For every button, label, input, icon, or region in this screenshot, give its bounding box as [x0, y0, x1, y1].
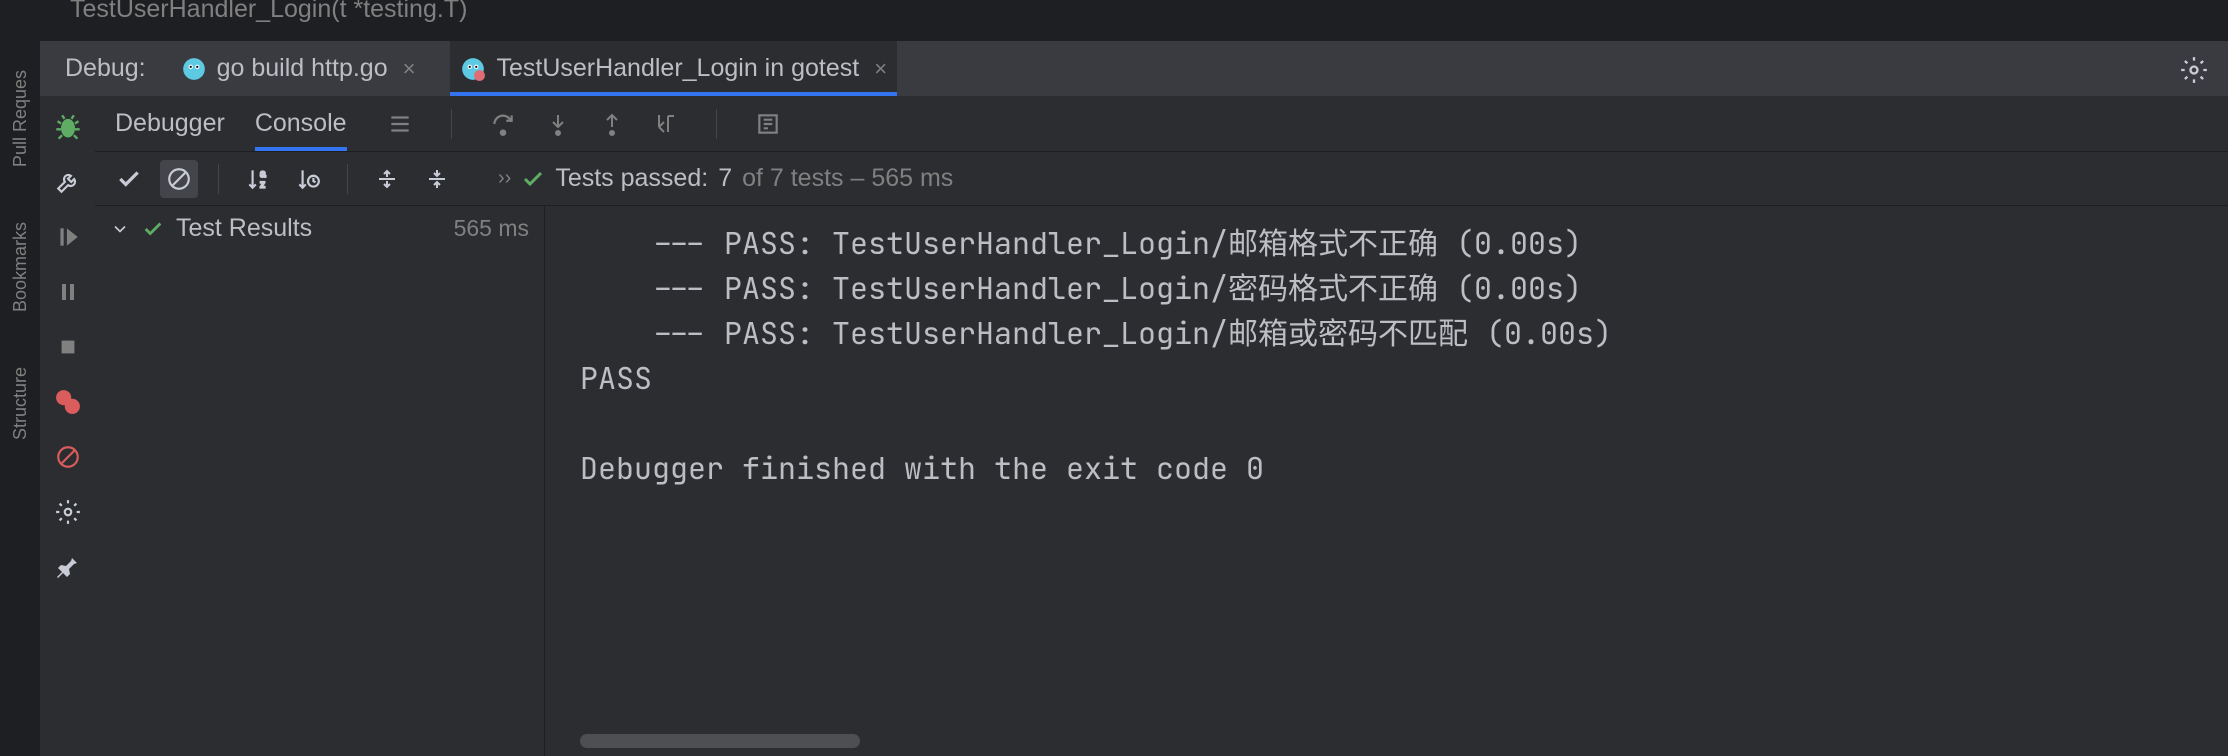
separator: [347, 164, 348, 194]
rail-item-structure[interactable]: Structure: [10, 367, 31, 440]
console-line: PASS: [580, 358, 652, 398]
tree-root-label: Test Results: [176, 214, 312, 243]
check-icon: [521, 167, 545, 191]
console-line: Debugger finished with the exit code 0: [580, 448, 1264, 488]
console-output[interactable]: --- PASS: TestUserHandler_Login/邮箱格式不正确 …: [545, 206, 2228, 756]
expand-all-icon[interactable]: [368, 160, 406, 198]
console-line: --- PASS: TestUserHandler_Login/邮箱或密码不匹配…: [580, 313, 1612, 353]
collapse-all-icon[interactable]: [418, 160, 456, 198]
rail-item-bookmarks[interactable]: Bookmarks: [10, 222, 31, 312]
horizontal-scrollbar[interactable]: [580, 734, 860, 748]
gear-icon[interactable]: [2180, 56, 2208, 84]
separator: [716, 109, 717, 139]
debug-panel: Debug: go build http.go × TestUserHandle…: [40, 40, 2228, 756]
step-into-icon[interactable]: [546, 112, 570, 136]
tab-console[interactable]: Console: [255, 96, 347, 151]
rail-item-pull-requests[interactable]: Pull Reques: [10, 70, 31, 167]
chevron-down-icon: [110, 219, 130, 239]
close-icon[interactable]: ×: [874, 56, 887, 82]
go-gopher-icon: [181, 56, 207, 82]
sort-alpha-icon[interactable]: az: [239, 160, 277, 198]
debug-sub-tabs: Debugger Console: [95, 96, 781, 151]
chevron-right-icon: ››: [498, 167, 511, 190]
breakpoint-icon[interactable]: [52, 386, 84, 418]
console-line: --- PASS: TestUserHandler_Login/密码格式不正确 …: [580, 268, 1582, 308]
settings-icon[interactable]: [52, 496, 84, 528]
mute-breakpoints-icon[interactable]: [52, 441, 84, 473]
pin-icon[interactable]: [52, 551, 84, 583]
tests-passed-label: Tests passed:: [555, 164, 708, 193]
debug-side-toolbar: [40, 96, 95, 756]
step-out-icon[interactable]: [600, 112, 624, 136]
check-icon: [142, 218, 164, 240]
close-icon[interactable]: ×: [403, 56, 416, 82]
resume-icon[interactable]: [52, 221, 84, 253]
step-over-icon[interactable]: [490, 111, 516, 137]
tests-total-text: of 7 tests – 565 ms: [742, 164, 953, 193]
tab-label: go build http.go: [217, 54, 388, 83]
debug-body: Debugger Console: [40, 96, 2228, 756]
svg-text:a: a: [260, 168, 266, 179]
results-area: Test Results 565 ms --- PASS: TestUserHa…: [95, 206, 2228, 756]
show-ignored-icon[interactable]: [160, 160, 198, 198]
show-passed-icon[interactable]: [110, 160, 148, 198]
console-line: --- PASS: TestUserHandler_Login/邮箱格式不正确 …: [580, 223, 1582, 263]
debug-tab-go-build[interactable]: go build http.go ×: [171, 41, 426, 96]
test-tree: Test Results 565 ms: [95, 206, 545, 756]
tree-row-root[interactable]: Test Results 565 ms: [95, 206, 544, 251]
pause-icon[interactable]: [52, 276, 84, 308]
run-to-cursor-icon[interactable]: [654, 112, 678, 136]
debug-tab-test-login[interactable]: TestUserHandler_Login in gotest ×: [450, 41, 897, 96]
evaluate-icon[interactable]: [755, 111, 781, 137]
separator: [218, 164, 219, 194]
tool-window-rail: Pull Reques Bookmarks Structure: [0, 0, 40, 756]
stop-icon[interactable]: [52, 331, 84, 363]
debug-main-content: Debugger Console: [95, 96, 2228, 756]
go-gopher-bug-icon: [460, 56, 486, 82]
svg-text:z: z: [260, 179, 265, 190]
test-toolbar: az ›› Tests passed:: [95, 151, 2228, 206]
tests-passed-count: 7: [718, 164, 732, 193]
tree-root-time: 565 ms: [454, 215, 529, 242]
debug-label: Debug:: [65, 54, 146, 83]
editor-breadcrumb: TestUserHandler_Login(t *testing.T): [70, 0, 467, 24]
bug-icon[interactable]: [52, 111, 84, 143]
debug-tab-bar: Debug: go build http.go × TestUserHandle…: [40, 41, 2228, 96]
test-summary: ›› Tests passed: 7 of 7 tests – 565 ms: [498, 164, 953, 193]
tab-label: TestUserHandler_Login in gotest: [496, 54, 859, 83]
separator: [451, 109, 452, 139]
tab-debugger[interactable]: Debugger: [115, 96, 225, 151]
wrench-icon[interactable]: [52, 166, 84, 198]
layout-icon[interactable]: [387, 111, 413, 137]
sort-duration-icon[interactable]: [289, 160, 327, 198]
